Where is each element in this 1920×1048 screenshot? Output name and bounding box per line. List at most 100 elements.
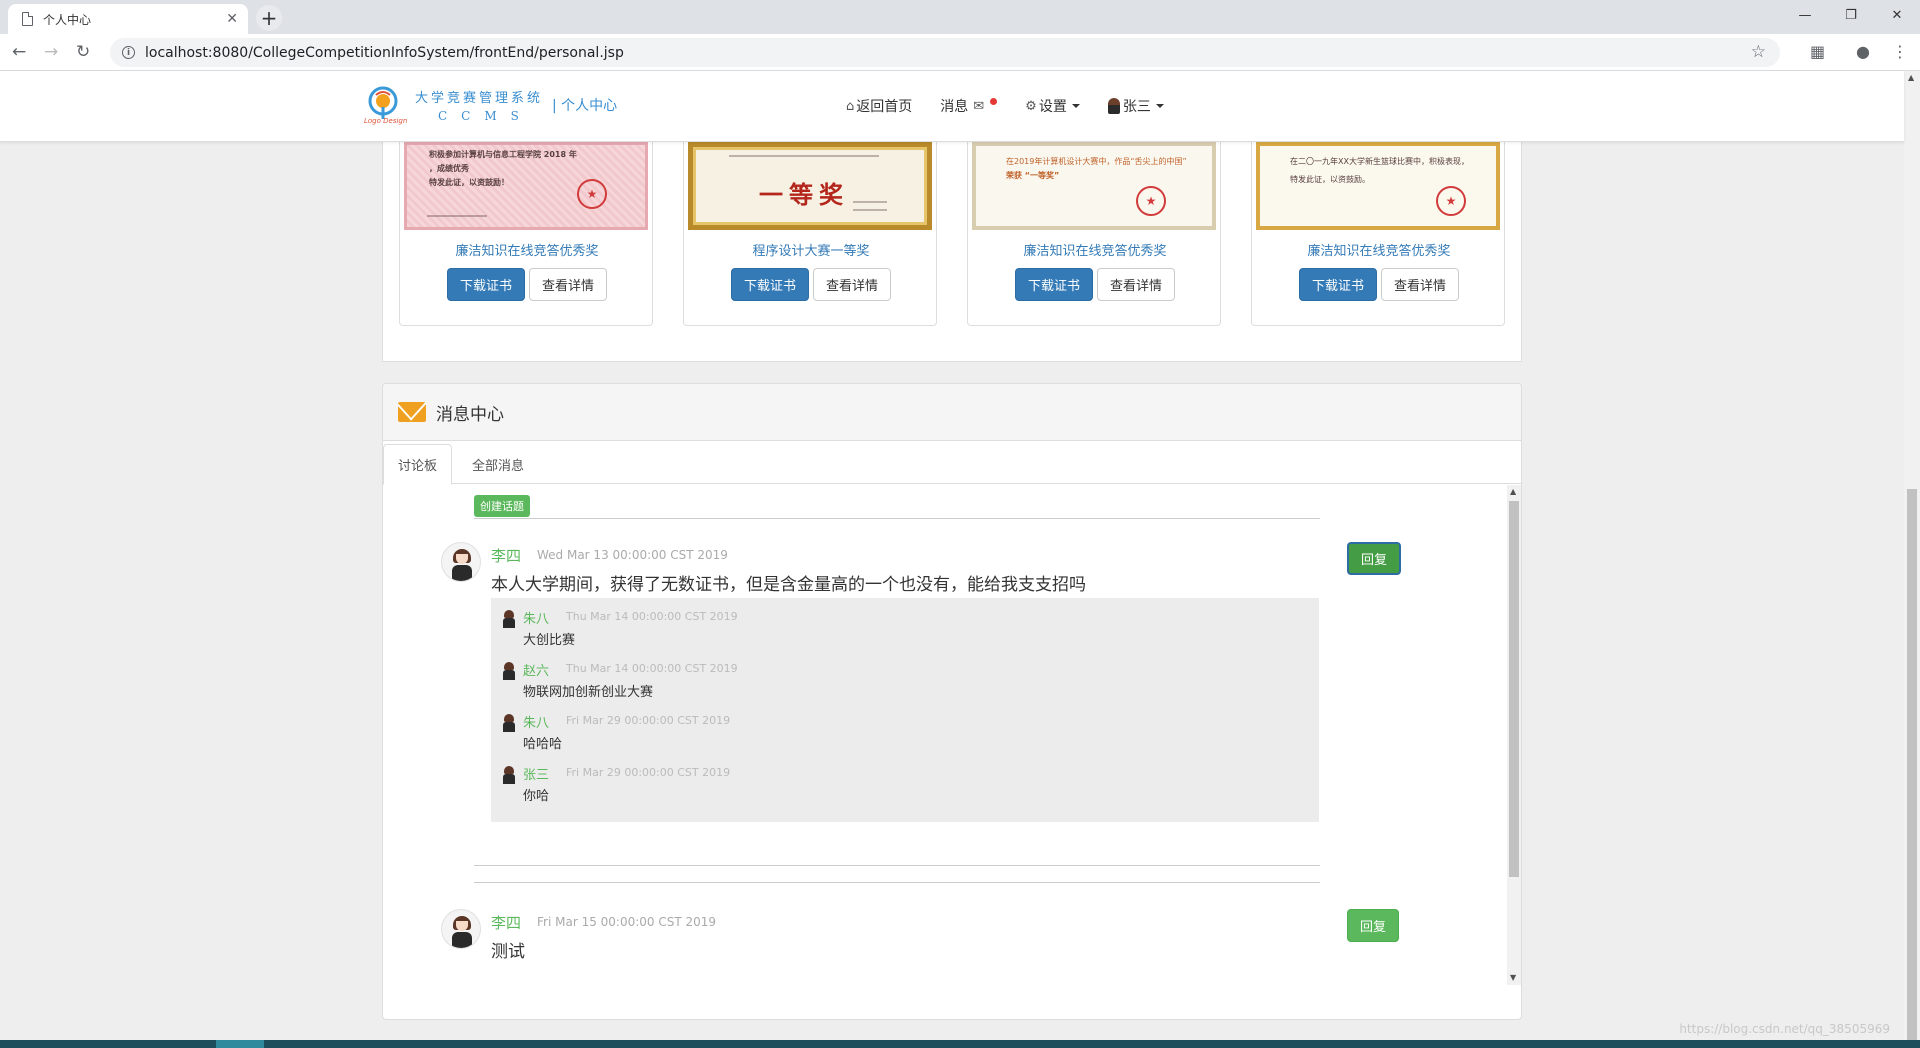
taskbar-active-app[interactable] [216, 1040, 264, 1048]
extension-icon[interactable]: ▦ [1810, 42, 1825, 61]
divider [474, 865, 1320, 866]
download-certificate-button[interactable]: 下载证书 [1014, 268, 1093, 301]
page-scrollbar[interactable]: ▲ [1904, 71, 1920, 1048]
forward-icon[interactable]: → [44, 42, 58, 62]
document-icon [22, 12, 33, 26]
download-certificate-button[interactable]: 下载证书 [1298, 268, 1377, 301]
minimize-icon[interactable]: — [1782, 0, 1828, 30]
back-icon[interactable]: ← [12, 42, 26, 62]
chevron-down-icon [1071, 104, 1080, 108]
home-icon: ⌂ [846, 98, 855, 114]
nav-links: ⌂ 返回首页 消息 ✉ ⚙ 设置 张三 [846, 96, 1192, 116]
browser-tab[interactable]: 个人中心 ✕ [8, 4, 248, 34]
download-certificate-button[interactable]: 下载证书 [730, 268, 809, 301]
nav-settings-dropdown[interactable]: ⚙ 设置 [1025, 96, 1080, 116]
reply-button[interactable]: 回复 [1347, 542, 1402, 575]
nav-user-label: 张三 [1122, 99, 1151, 115]
bookmark-star-icon[interactable]: ☆ [1751, 42, 1766, 62]
download-certificate-button[interactable]: 下载证书 [446, 268, 525, 301]
reply-author[interactable]: 张三 [523, 764, 549, 783]
avatar [503, 766, 515, 784]
post-date: Wed Mar 13 00:00:00 CST 2019 [537, 548, 728, 562]
create-topic-button[interactable]: 创建话题 [474, 495, 530, 517]
url-text: localhost:8080/CollegeCompetitionInfoSys… [145, 44, 624, 61]
reply-date: Thu Mar 14 00:00:00 CST 2019 [566, 662, 738, 675]
reply-author[interactable]: 朱八 [523, 712, 549, 731]
reply-author[interactable]: 朱八 [523, 608, 549, 627]
avatar [503, 662, 515, 680]
certificate-text: ，成绩优秀 [429, 164, 469, 173]
certificate-name-link[interactable]: 程序设计大赛一等奖 [684, 240, 938, 259]
reply-content: 你哈 [523, 789, 550, 804]
avatar [1107, 98, 1120, 114]
nav-messages-link[interactable]: 消息 ✉ [940, 96, 998, 116]
os-taskbar [0, 1040, 1920, 1048]
new-tab-button[interactable]: + [256, 5, 282, 31]
reply-date: Thu Mar 14 00:00:00 CST 2019 [566, 610, 738, 623]
scroll-up-icon[interactable]: ▲ [1510, 487, 1516, 496]
reply-list: 朱八 Thu Mar 14 00:00:00 CST 2019 大创比赛 赵六 … [491, 598, 1319, 822]
message-tabs: 讨论板 全部消息 [383, 442, 1521, 485]
post-content: 测试 [491, 942, 525, 962]
scrollbar-thumb[interactable] [1509, 501, 1519, 877]
avatar [441, 909, 481, 949]
profile-icon[interactable]: ● [1856, 42, 1870, 61]
view-details-button[interactable]: 查看详情 [1097, 268, 1176, 301]
certificate-text: 特发此证，以资鼓励。 [1290, 175, 1370, 184]
reply-date: Fri Mar 29 00:00:00 CST 2019 [566, 714, 731, 727]
logo-caption: Logo Design [364, 117, 408, 125]
tab-close-icon[interactable]: ✕ [226, 11, 238, 27]
chevron-down-icon [1155, 104, 1164, 108]
reload-icon[interactable]: ↻ [76, 42, 90, 62]
certificate-image[interactable]: 在2019年计算机设计大赛中，作品“舌尖上的中国” 荣获 “一等奖” ★ [972, 142, 1216, 230]
site-info-icon[interactable]: i [122, 46, 135, 59]
post-author[interactable]: 李四 [491, 912, 521, 933]
certificate-award-text: 一等奖 [759, 180, 849, 209]
envelope-icon [398, 402, 426, 422]
site-navbar: Logo Design 大学竞赛管理系统 CCMS | 个人中心 ⌂ 返回首页 … [0, 71, 1904, 142]
message-center-panel: 消息中心 讨论板 全部消息 创建话题 李四 Wed Mar 13 00:00:0… [382, 383, 1522, 1020]
nav-user-dropdown[interactable]: 张三 [1107, 96, 1164, 116]
scroll-down-icon[interactable]: ▼ [1510, 973, 1516, 982]
certificate-text: 在二〇一九年XX大学新生篮球比赛中，积极表现， [1290, 157, 1469, 166]
certificate-image[interactable]: 积极参加计算机与信息工程学院 2018 年 ，成绩优秀 特发此证，以资鼓励！ ★ [404, 142, 648, 230]
nav-home-label: 返回首页 [856, 99, 913, 115]
reply-author[interactable]: 赵六 [523, 660, 549, 679]
avatar [441, 542, 481, 582]
browser-tab-bar: 个人中心 ✕ + — ❐ ✕ [0, 0, 1920, 34]
page-label: | 个人中心 [552, 98, 618, 114]
browser-tab-title: 个人中心 [43, 12, 92, 27]
envelope-icon: ✉ [973, 98, 985, 114]
menu-kebab-icon[interactable]: ⋮ [1892, 42, 1908, 61]
discussion-scroll-area[interactable]: 创建话题 李四 Wed Mar 13 00:00:00 CST 2019 本人大… [383, 485, 1521, 985]
site-name: 大学竞赛管理系统 [415, 91, 544, 106]
url-field[interactable]: i localhost:8080/CollegeCompetitionInfoS… [110, 38, 1780, 67]
page-scrollbar-thumb[interactable] [1907, 489, 1917, 1048]
certificate-image[interactable]: 一等奖 [688, 142, 932, 230]
notification-dot [990, 97, 998, 105]
view-details-button[interactable]: 查看详情 [529, 268, 608, 301]
message-center-title: 消息中心 [436, 404, 504, 425]
tab-all-messages[interactable]: 全部消息 [458, 444, 538, 485]
post-author[interactable]: 李四 [491, 545, 521, 566]
view-details-button[interactable]: 查看详情 [813, 268, 892, 301]
site-abbreviation: CCMS [438, 109, 533, 123]
certificate-name-link[interactable]: 廉洁知识在线竞答优秀奖 [1252, 240, 1506, 259]
certificate-image[interactable]: 在二〇一九年XX大学新生篮球比赛中，积极表现， 特发此证，以资鼓励。 ★ [1256, 142, 1500, 230]
reply-content: 大创比赛 [523, 633, 576, 648]
tab-discussion-board[interactable]: 讨论板 [383, 444, 453, 485]
scroll-up-icon[interactable]: ▲ [1908, 73, 1914, 82]
maximize-icon[interactable]: ❐ [1828, 0, 1874, 30]
certificate-text: 在2019年计算机设计大赛中，作品“舌尖上的中国” [1006, 157, 1187, 166]
certificate-name-link[interactable]: 廉洁知识在线竞答优秀奖 [400, 240, 654, 259]
window-close-icon[interactable]: ✕ [1874, 0, 1920, 30]
view-details-button[interactable]: 查看详情 [1381, 268, 1460, 301]
certificate-name-link[interactable]: 廉洁知识在线竞答优秀奖 [968, 240, 1222, 259]
nav-home-link[interactable]: ⌂ 返回首页 [846, 96, 912, 116]
reply-content: 物联网加创新创业大赛 [523, 685, 654, 700]
reply-button[interactable]: 回复 [1347, 909, 1400, 942]
discussion-scrollbar[interactable]: ▲ ▼ [1507, 485, 1521, 985]
message-center-header: 消息中心 [383, 384, 1521, 441]
nav-settings-label: 设置 [1038, 99, 1067, 115]
avatar [503, 714, 515, 732]
